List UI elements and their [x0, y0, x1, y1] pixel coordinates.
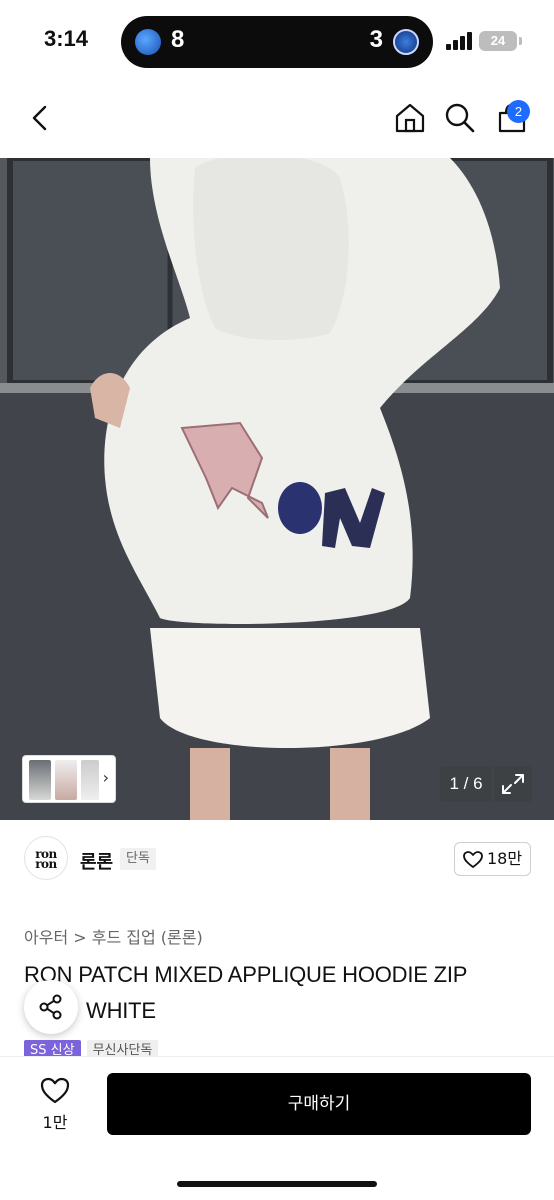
home-indicator: [177, 1181, 377, 1187]
image-counter: 1 / 6: [440, 766, 492, 802]
chevron-left-icon[interactable]: [22, 100, 58, 136]
team-logo-icon: [393, 29, 419, 55]
score-right: 3: [369, 26, 383, 53]
exclusive-badge: 단독: [120, 848, 156, 870]
status-time: 3:14: [44, 26, 89, 51]
battery-icon: 24: [479, 31, 517, 51]
like-count: 18만: [487, 849, 523, 868]
score-left: 8: [171, 26, 185, 53]
product-title: RON PATCH MIXED APPLIQUE HOODIE ZIP: [24, 962, 468, 987]
share-icon: [39, 994, 62, 1020]
brand-name[interactable]: 론론: [80, 848, 113, 874]
product-photo: [0, 158, 554, 820]
thumbnail-image[interactable]: [55, 760, 77, 800]
top-navigation: [0, 84, 554, 158]
chevron-right-icon[interactable]: ›: [103, 768, 109, 787]
product-title-continued: WHITE: [86, 998, 156, 1023]
product-image[interactable]: [0, 158, 554, 820]
status-bar: 3:14 8 3 24: [0, 0, 554, 84]
battery-tip: [519, 37, 522, 45]
live-activity-island[interactable]: 8 3: [121, 16, 433, 68]
expand-icon[interactable]: [494, 766, 532, 802]
team-logo-icon: [135, 29, 161, 55]
purchase-bar: 1만 구매하기: [0, 1056, 554, 1200]
category-breadcrumb[interactable]: 아우터 > 후드 집업 (론론): [24, 924, 203, 948]
thumbnail-image[interactable]: [29, 760, 51, 800]
wishlist-count: 1만: [42, 1113, 68, 1132]
brand-row: ron ron 론론 단독 18만: [0, 820, 554, 906]
brand-like-button[interactable]: 18만: [454, 842, 531, 876]
buy-button[interactable]: 구매하기: [107, 1073, 531, 1135]
cellular-signal-icon: [446, 32, 474, 50]
search-icon[interactable]: [442, 100, 478, 136]
thumbnail-image[interactable]: [81, 760, 99, 800]
heart-icon[interactable]: [40, 1077, 70, 1109]
brand-logo[interactable]: ron ron: [24, 836, 68, 880]
cart-count-badge: 2: [507, 100, 530, 123]
heart-icon: [463, 851, 483, 868]
home-icon[interactable]: [392, 100, 428, 136]
share-button[interactable]: [24, 980, 78, 1034]
gallery-thumbnail-strip[interactable]: ›: [22, 755, 116, 803]
